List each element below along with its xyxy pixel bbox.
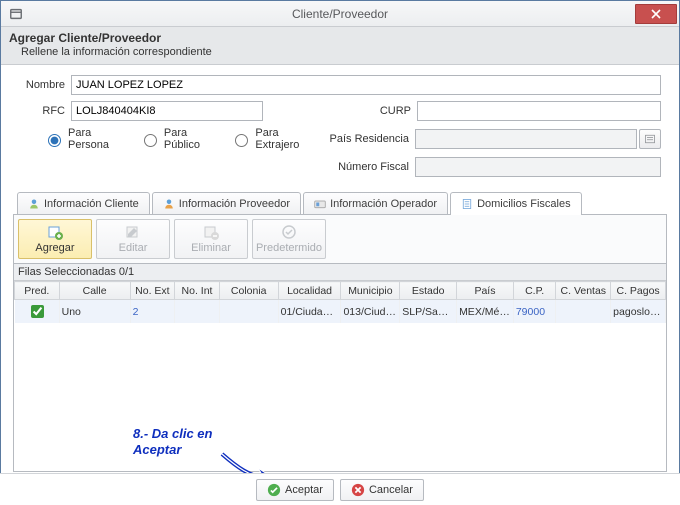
tab-label: Información Operador — [330, 198, 437, 210]
radio-persona[interactable]: Para Persona — [43, 127, 125, 151]
cell-cp[interactable]: 79000 — [513, 300, 556, 324]
grid-table: Pred. Calle No. Ext No. Int Colonia Loca… — [14, 281, 666, 323]
grid-status: Filas Seleccionadas 0/1 — [14, 264, 666, 281]
editar-button[interactable]: Editar — [96, 219, 170, 259]
col-cventas[interactable]: C. Ventas — [556, 282, 611, 300]
delete-icon — [203, 224, 219, 240]
person-icon — [163, 198, 175, 210]
lookup-icon — [644, 133, 656, 145]
tab-label: Información Cliente — [44, 198, 139, 210]
window-title: Cliente/Proveedor — [1, 7, 679, 21]
editar-label: Editar — [119, 242, 148, 254]
radio-extranjero-label: Para Extrajero — [255, 127, 315, 151]
fiscal-input — [415, 157, 661, 177]
cell-noint[interactable] — [175, 300, 220, 324]
residencia-lookup-button[interactable] — [639, 129, 661, 149]
cell-pais[interactable]: MEX/Méx… — [457, 300, 514, 324]
rfc-label: RFC — [19, 105, 71, 117]
tab-domicilios-fiscales[interactable]: Domicilios Fiscales — [450, 192, 582, 215]
cell-noext[interactable]: 2 — [130, 300, 175, 324]
curp-input[interactable] — [417, 101, 661, 121]
aceptar-button[interactable]: Aceptar — [256, 479, 334, 501]
tipo-radio-group: Para Persona Para Público Para Extrajero — [43, 127, 315, 151]
app-icon — [9, 7, 23, 21]
cell-calle[interactable]: Uno — [59, 300, 130, 324]
document-icon — [461, 198, 473, 210]
col-colonia[interactable]: Colonia — [219, 282, 278, 300]
eliminar-label: Eliminar — [191, 242, 231, 254]
col-estado[interactable]: Estado — [400, 282, 457, 300]
col-calle[interactable]: Calle — [59, 282, 130, 300]
ok-icon — [267, 483, 281, 497]
check-icon — [281, 224, 297, 240]
col-pred[interactable]: Pred. — [15, 282, 60, 300]
grid-header: Pred. Calle No. Ext No. Int Colonia Loca… — [15, 282, 666, 300]
cell-municipio[interactable]: 013/Ciud… — [341, 300, 400, 324]
pred-checkbox[interactable] — [31, 305, 44, 318]
col-pais[interactable]: País — [457, 282, 514, 300]
tab-info-cliente[interactable]: Información Cliente — [17, 192, 150, 214]
predeterminado-label: Predetermido — [256, 242, 322, 254]
cancel-icon — [351, 483, 365, 497]
col-noint[interactable]: No. Int — [175, 282, 220, 300]
grid-body-empty[interactable] — [14, 323, 666, 471]
rfc-input[interactable] — [71, 101, 263, 121]
tabs-container: Información Cliente Información Proveedo… — [1, 189, 679, 472]
predeterminado-button[interactable]: Predetermido — [252, 219, 326, 259]
form: Nombre RFC CURP Para Persona Para Públic… — [1, 65, 679, 189]
close-icon — [651, 9, 661, 19]
cell-cventas[interactable] — [556, 300, 611, 324]
header-title: Agregar Cliente/Proveedor — [9, 31, 671, 45]
curp-label: CURP — [317, 105, 417, 117]
header-subtitle: Rellene la información correspondiente — [9, 45, 671, 58]
fiscal-label: Número Fiscal — [315, 161, 415, 173]
titlebar: Cliente/Proveedor — [1, 1, 679, 27]
col-municipio[interactable]: Municipio — [341, 282, 400, 300]
agregar-button[interactable]: Agregar — [18, 219, 92, 259]
col-noext[interactable]: No. Ext — [130, 282, 175, 300]
cancelar-label: Cancelar — [369, 484, 413, 496]
col-cp[interactable]: C.P. — [513, 282, 556, 300]
toolbar: Agregar Editar Eliminar Predetermido — [13, 215, 667, 264]
eliminar-button[interactable]: Eliminar — [174, 219, 248, 259]
card-icon — [314, 198, 326, 210]
aceptar-label: Aceptar — [285, 484, 323, 496]
grid: Filas Seleccionadas 0/1 Pred. Calle No. … — [13, 264, 667, 472]
agregar-label: Agregar — [35, 242, 74, 254]
nombre-input[interactable] — [71, 75, 661, 95]
dialog-footer: Aceptar Cancelar — [0, 473, 680, 505]
nombre-label: Nombre — [19, 79, 71, 91]
tab-label: Domicilios Fiscales — [477, 198, 571, 210]
radio-persona-label: Para Persona — [68, 127, 125, 151]
tab-strip: Información Cliente Información Proveedo… — [13, 191, 667, 215]
cancelar-button[interactable]: Cancelar — [340, 479, 424, 501]
col-cpagos[interactable]: C. Pagos — [611, 282, 666, 300]
col-localidad[interactable]: Localidad — [278, 282, 341, 300]
radio-publico-label: Para Público — [164, 127, 217, 151]
residencia-input — [415, 129, 637, 149]
radio-extranjero[interactable]: Para Extrajero — [230, 127, 315, 151]
tab-label: Información Proveedor — [179, 198, 290, 210]
tab-info-proveedor[interactable]: Información Proveedor — [152, 192, 301, 214]
tab-info-operador[interactable]: Información Operador — [303, 192, 448, 214]
radio-extranjero-input[interactable] — [235, 134, 248, 147]
add-icon — [47, 224, 63, 240]
cell-localidad[interactable]: 01/Ciuda… — [278, 300, 341, 324]
cell-cpagos[interactable]: pagoslop… — [611, 300, 666, 324]
residencia-label: País Residencia — [315, 133, 415, 145]
cell-pred[interactable] — [15, 300, 60, 324]
close-button[interactable] — [635, 4, 677, 24]
cell-colonia[interactable] — [219, 300, 278, 324]
header-strip: Agregar Cliente/Proveedor Rellene la inf… — [1, 27, 679, 65]
table-row[interactable]: Uno 2 01/Ciuda… 013/Ciud… SLP/San L… MEX… — [15, 300, 666, 324]
person-icon — [28, 198, 40, 210]
edit-icon — [125, 224, 141, 240]
radio-publico-input[interactable] — [144, 134, 157, 147]
cell-estado[interactable]: SLP/San L… — [400, 300, 457, 324]
radio-publico[interactable]: Para Público — [139, 127, 217, 151]
radio-persona-input[interactable] — [48, 134, 61, 147]
